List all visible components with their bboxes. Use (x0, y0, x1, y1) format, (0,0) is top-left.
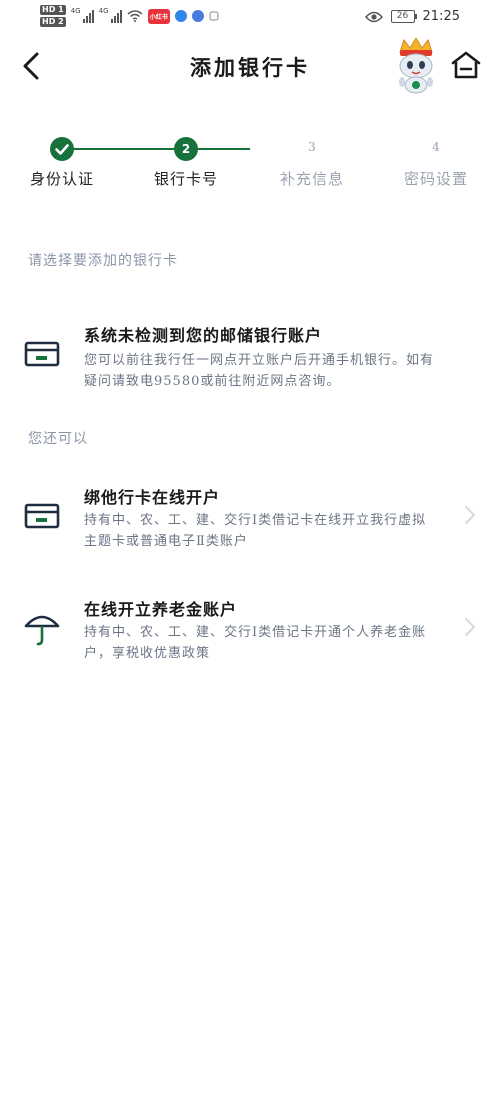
status-bar: HD 1 HD 2 4G 4G 小红书 26 21:25 (0, 0, 500, 36)
step-4-number: 4 (432, 140, 440, 154)
step-indicator: 身份认证 2 银行卡号 3 补充信息 4 密码设置 (0, 136, 500, 196)
step-3-label: 补充信息 (279, 170, 344, 188)
step-connector-1 (62, 148, 186, 150)
pension-account-option[interactable]: 在线开立养老金账户 持有中、农、工、建、交行Ⅰ类借记卡开通个人养老金账户，享税收… (0, 592, 500, 672)
network-type-2: 4G (98, 7, 109, 15)
notice-description: 您可以前往我行任一网点开立账户后开通手机银行。如有疑问请致电95580或前往附近… (84, 353, 435, 389)
home-button[interactable] (450, 50, 482, 80)
signal-icon-2: 4G (98, 7, 122, 23)
step-2-number: 2 (174, 137, 198, 161)
chevron-right-icon (465, 506, 475, 524)
step-3-number: 3 (308, 140, 316, 154)
mascot-icon[interactable] (392, 38, 440, 94)
step-2-label: 银行卡号 (153, 170, 218, 188)
bank-card-icon (24, 503, 60, 529)
select-card-label: 请选择要添加的银行卡 (28, 253, 178, 269)
option-description: 持有中、农、工、建、交行Ⅰ类借记卡开通个人养老金账户，享税收优惠政策 (84, 625, 427, 661)
step-1-label: 身份认证 (29, 170, 94, 188)
step-1-check-icon (50, 137, 74, 161)
chevron-right-icon (465, 618, 475, 636)
notice-title: 系统未检测到您的邮储银行账户 (84, 326, 323, 345)
battery-icon: 26 (390, 10, 417, 23)
bank-card-icon (24, 341, 60, 367)
status-notification-icon (209, 11, 219, 21)
option-title: 在线开立养老金账户 (84, 600, 238, 619)
header: 添加银行卡 (0, 36, 500, 96)
music-app-icon (191, 10, 204, 22)
app-notification-icon (174, 10, 187, 22)
eye-icon (364, 11, 383, 22)
hd2-indicator: HD 2 (40, 17, 66, 27)
option-title: 绑他行卡在线开户 (84, 488, 221, 507)
option-description: 持有中、农、工、建、交行Ⅰ类借记卡在线开立我行虚拟主题卡或普通电子Ⅱ类账户 (84, 513, 427, 549)
wifi-icon (127, 10, 143, 22)
network-type-1: 4G (70, 7, 81, 15)
battery-level: 26 (396, 11, 409, 21)
no-account-notice: 系统未检测到您的邮储银行账户 您可以前往我行任一网点开立账户后开通手机银行。如有… (0, 318, 500, 398)
bind-other-bank-option[interactable]: 绑他行卡在线开户 持有中、农、工、建、交行Ⅰ类借记卡在线开立我行虚拟主题卡或普通… (0, 480, 500, 560)
signal-icon: 4G (70, 7, 94, 23)
xiaohongshu-app-icon: 小红书 (147, 8, 170, 24)
clock: 21:25 (422, 9, 460, 24)
hd1-indicator: HD 1 (40, 5, 66, 15)
also-section-label: 您还可以 (28, 431, 88, 447)
umbrella-icon (24, 615, 60, 646)
step-4-label: 密码设置 (403, 170, 468, 188)
check-icon (55, 144, 69, 155)
